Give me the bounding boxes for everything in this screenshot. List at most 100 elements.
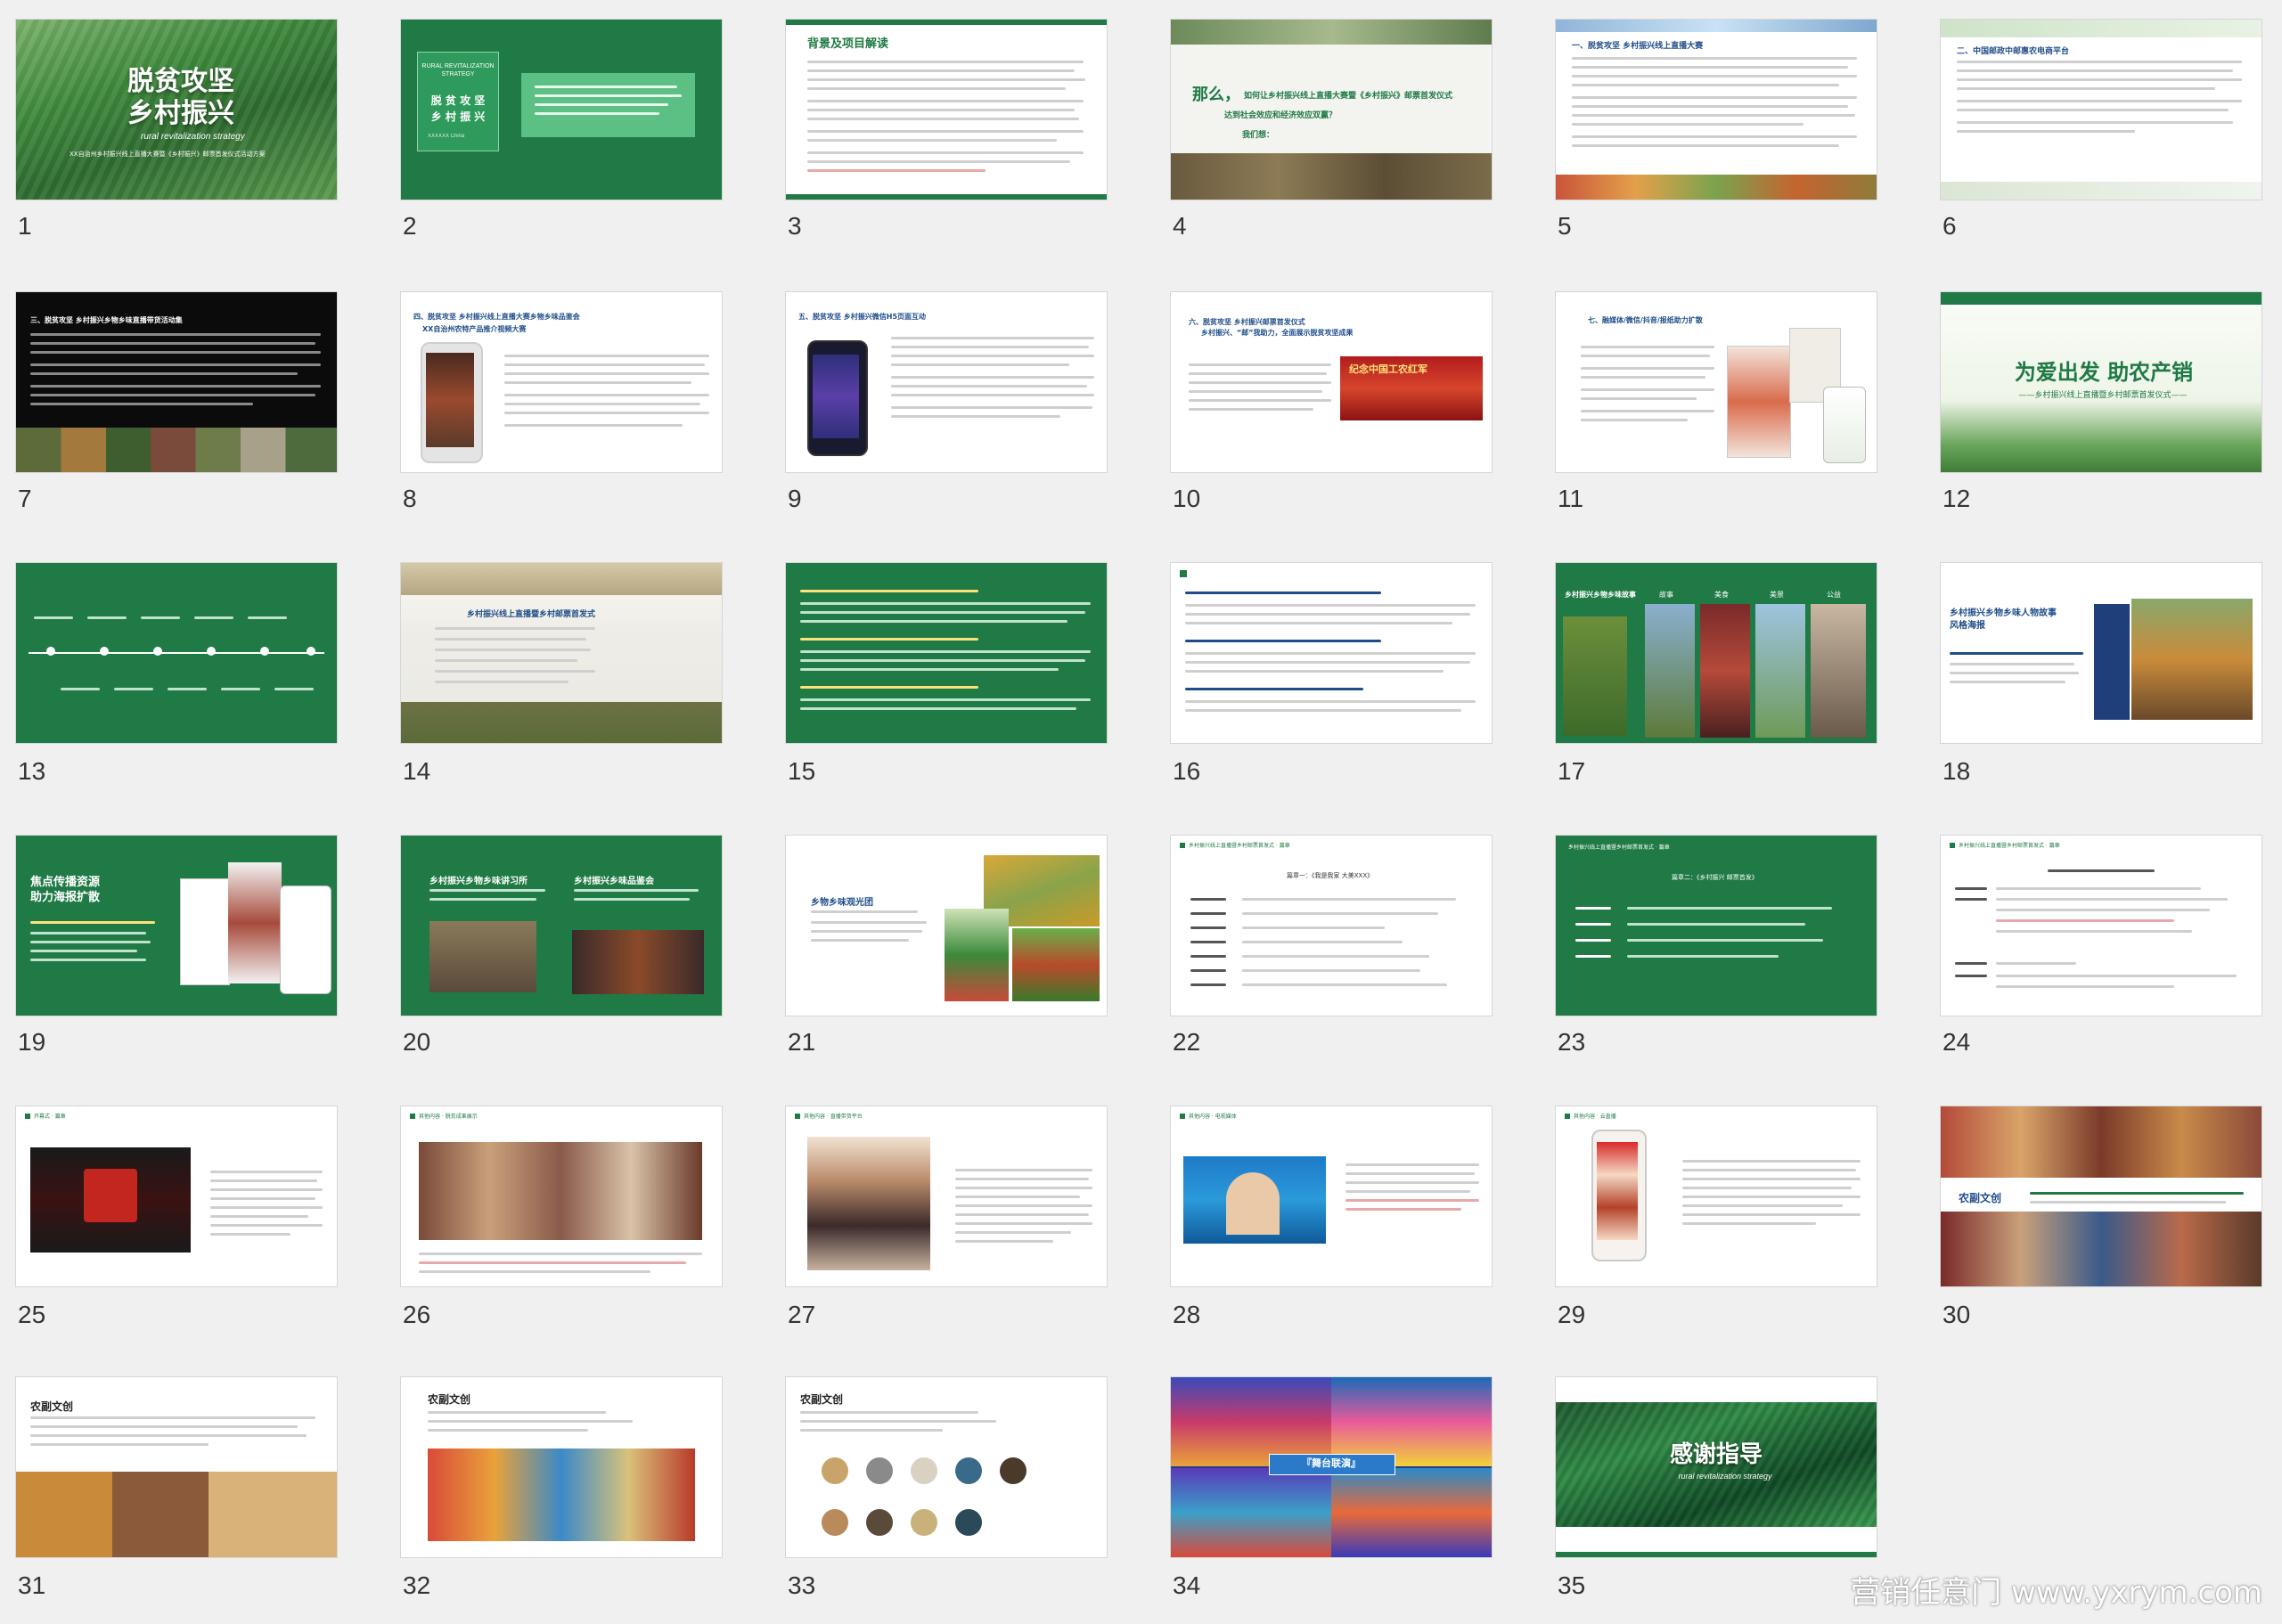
slide-19-title: 焦点传播资源 助力海报扩散 (30, 876, 101, 904)
slide-thumbnail-20[interactable]: 乡村振兴乡物乡味讲习所 乡村振兴乡味品鉴会 (401, 836, 722, 1016)
slide-20-title2: 乡村振兴乡味品鉴会 (574, 877, 654, 886)
slide-number-8: 8 (403, 485, 417, 512)
slide-number-9: 9 (788, 485, 802, 512)
slide-thumbnail-8[interactable]: 四、脱贫攻坚 乡村振兴线上直播大赛乡物乡味品鉴会 XX自治州农特产品推介视频大赛 (401, 292, 722, 472)
slide-21-title: 乡物乡味观光团 (811, 898, 873, 908)
slide-28-heading: 其他内容 · 电视媒体 (1189, 1114, 1237, 1120)
slide-number-25: 25 (18, 1301, 46, 1328)
slide-2-caption: XXXXXX China (428, 134, 465, 139)
slide-35-title: 感谢指导 (1669, 1441, 1763, 1468)
slide-4-question2: 达到社会效应和经济效应双赢？ (1224, 111, 1337, 120)
slide-number-5: 5 (1558, 212, 1572, 240)
slide-number-35: 35 (1558, 1571, 1586, 1599)
slide-thumbnail-5[interactable]: 一、脱贫攻坚 乡村振兴线上直播大赛 (1556, 20, 1877, 200)
slide-number-1: 1 (18, 212, 32, 240)
slide-thumbnail-23[interactable]: 乡村振兴线上直播暨乡村邮票首发式 · 篇章 篇章二：《乡村振兴 邮票首发》 (1556, 836, 1877, 1016)
slide-8-heading2: XX自治州农特产品推介视频大赛 (422, 325, 527, 333)
slide-34-banner: 『舞台联演』 (1302, 1457, 1361, 1469)
slide-thumbnail-22[interactable]: 乡村振兴线上直播暨乡村邮票首发式 · 篇章 篇章一：《我是我家 大美XXX》 (1171, 836, 1492, 1016)
slide-thumbnail-29[interactable]: 其他内容 · 云直播 (1556, 1106, 1877, 1286)
slide-thumbnail-27[interactable]: 其他内容 · 直播带货平台 (786, 1106, 1107, 1286)
slide-thumbnail-9[interactable]: 五、脱贫攻坚 乡村振兴微信H5页面互动 (786, 292, 1107, 472)
slide-18-title: 乡村振兴乡物乡味人物故事 风格海报 (1950, 608, 2057, 631)
slide-thumbnail-25[interactable]: 开幕式 · 篇章 (16, 1106, 337, 1286)
slide-number-10: 10 (1173, 485, 1201, 512)
slide-thumbnail-10[interactable]: 六、脱贫攻坚 乡村振兴邮票首发仪式 乡村振兴、“邮”我助力，全面展示脱贫攻坚成果… (1171, 292, 1492, 472)
slide-23-heading: 乡村振兴线上直播暨乡村邮票首发式 · 篇章 (1568, 845, 1670, 851)
slide-32-title: 农副文创 (428, 1393, 471, 1406)
slide-thumbnail-17[interactable]: 乡村振兴乡物乡味故事 故事 美食 美景 公益 (1556, 563, 1877, 743)
slide-4-answer: 我们想： (1242, 131, 1275, 140)
slide-number-24: 24 (1943, 1028, 1971, 1056)
slide-thumbnail-32[interactable]: 农副文创 (401, 1377, 722, 1557)
slide-17-tag-3: 公益 (1827, 591, 1841, 599)
slide-33-title: 农副文创 (800, 1393, 844, 1406)
slide-thumbnail-16[interactable] (1171, 563, 1492, 743)
slide-31-title: 农副文创 (30, 1400, 74, 1413)
slide-35-subtitle: rural revitalization strategy (1678, 1472, 1772, 1481)
slide-17-tag-1: 美食 (1714, 591, 1729, 599)
slide-thumbnail-12[interactable]: 为爱出发 助农产销 ——乡村振兴线上直播暨乡村邮票首发仪式—— (1941, 292, 2262, 472)
slide-thumbnail-15[interactable] (786, 563, 1107, 743)
slide-thumbnail-18[interactable]: 乡村振兴乡物乡味人物故事 风格海报 (1941, 563, 2262, 743)
slide-number-33: 33 (788, 1571, 816, 1599)
slide-number-6: 6 (1943, 212, 1957, 240)
slide-7-heading: 三、脱贫攻坚 乡村振兴乡物乡味直播带货活动集 (30, 316, 183, 324)
slide-thumbnail-13[interactable] (16, 563, 337, 743)
slide-10-heading2: 乡村振兴、“邮”我助力，全面展示脱贫攻坚成果 (1201, 329, 1354, 337)
slide-number-21: 21 (788, 1028, 816, 1056)
slide-number-2: 2 (403, 212, 417, 240)
slide-thumbnail-35[interactable]: 感谢指导 rural revitalization strategy (1556, 1377, 1877, 1557)
slide-17-tag-0: 故事 (1659, 591, 1673, 599)
slide-number-28: 28 (1173, 1301, 1201, 1328)
slide-thumbnail-7[interactable]: 三、脱贫攻坚 乡村振兴乡物乡味直播带货活动集 (16, 292, 337, 472)
slide-25-heading: 开幕式 · 篇章 (34, 1114, 66, 1120)
slide-number-20: 20 (403, 1028, 431, 1056)
slide-number-29: 29 (1558, 1301, 1586, 1328)
slide-number-32: 32 (403, 1571, 431, 1599)
slide-number-19: 19 (18, 1028, 46, 1056)
slide-thumbnail-30[interactable]: 农副文创 (1941, 1106, 2262, 1286)
slide-number-31: 31 (18, 1571, 46, 1599)
slide-thumbnail-31[interactable]: 农副文创 (16, 1377, 337, 1557)
slide-thumbnail-3[interactable]: 背景及项目解读 (786, 20, 1107, 200)
slide-number-11: 11 (1558, 485, 1584, 512)
slide-thumbnail-1[interactable]: 脱贫攻坚 乡村振兴 rural revitalization strategy … (16, 20, 337, 200)
slide-27-heading: 其他内容 · 直播带货平台 (804, 1114, 863, 1120)
slide-thumbnail-34[interactable]: 『舞台联演』 (1171, 1377, 1492, 1557)
slide-thumbnail-6[interactable]: 二、中国邮政中邮惠农电商平台 (1941, 20, 2262, 200)
slide-thumbnail-4[interactable]: 那么， 如何让乡村振兴线上直播大赛暨《乡村振兴》邮票首发仪式 达到社会效应和经济… (1171, 20, 1492, 200)
slide-9-heading: 五、脱贫攻坚 乡村振兴微信H5页面互动 (798, 313, 927, 321)
slide-14-title: 乡村振兴线上直播暨乡村邮票首发式 (467, 610, 596, 619)
slide-1-title: 脱贫攻坚 乡村振兴 (127, 66, 234, 129)
slide-29-heading: 其他内容 · 云直播 (1574, 1114, 1616, 1120)
slide-23-sub: 篇章二：《乡村振兴 邮票首发》 (1672, 874, 1758, 881)
slide-22-heading: 乡村振兴线上直播暨乡村邮票首发式 · 篇章 (1189, 843, 1290, 849)
slide-thumbnail-14[interactable]: 乡村振兴线上直播暨乡村邮票首发式 (401, 563, 722, 743)
slide-number-7: 7 (18, 485, 32, 512)
slide-6-heading: 二、中国邮政中邮惠农电商平台 (1957, 47, 2070, 56)
slide-3-title: 背景及项目解读 (807, 37, 889, 51)
slide-11-heading: 七、融媒体/微信/抖音/报纸助力扩散 (1588, 316, 1703, 324)
slide-number-23: 23 (1558, 1028, 1586, 1056)
slide-number-12: 12 (1943, 485, 1971, 512)
slide-thumbnail-28[interactable]: 其他内容 · 电视媒体 (1171, 1106, 1492, 1286)
slide-number-26: 26 (403, 1301, 431, 1328)
slide-thumbnail-19[interactable]: 焦点传播资源 助力海报扩散 (16, 836, 337, 1016)
slide-1-subtitle: rural revitalization strategy (141, 132, 245, 142)
slide-number-30: 30 (1943, 1301, 1971, 1328)
slide-2-title: 脱 贫 攻 坚 乡 村 振 兴 (430, 94, 486, 123)
slide-30-title: 农副文创 (1959, 1192, 2002, 1204)
slide-number-22: 22 (1173, 1028, 1201, 1056)
slide-thumbnail-21[interactable]: 乡物乡味观光团 (786, 836, 1107, 1016)
slide-26-heading: 其他内容 · 脱贫成果展示 (419, 1114, 478, 1120)
slide-thumbnail-26[interactable]: 其他内容 · 脱贫成果展示 (401, 1106, 722, 1286)
slide-number-18: 18 (1943, 757, 1971, 785)
slide-thumbnail-2[interactable]: RURAL REVITALIZATION STRATEGY 脱 贫 攻 坚 乡 … (401, 20, 722, 200)
slide-thumbnail-11[interactable]: 七、融媒体/微信/抖音/报纸助力扩散 (1556, 292, 1877, 472)
slide-thumbnail-33[interactable]: 农副文创 (786, 1377, 1107, 1557)
slide-10-heading: 六、脱贫攻坚 乡村振兴邮票首发仪式 (1189, 318, 1305, 326)
slide-number-17: 17 (1558, 757, 1586, 785)
slide-thumbnail-24[interactable]: 乡村振兴线上直播暨乡村邮票首发式 · 篇章 (1941, 836, 2262, 1016)
slide-number-15: 15 (788, 757, 816, 785)
